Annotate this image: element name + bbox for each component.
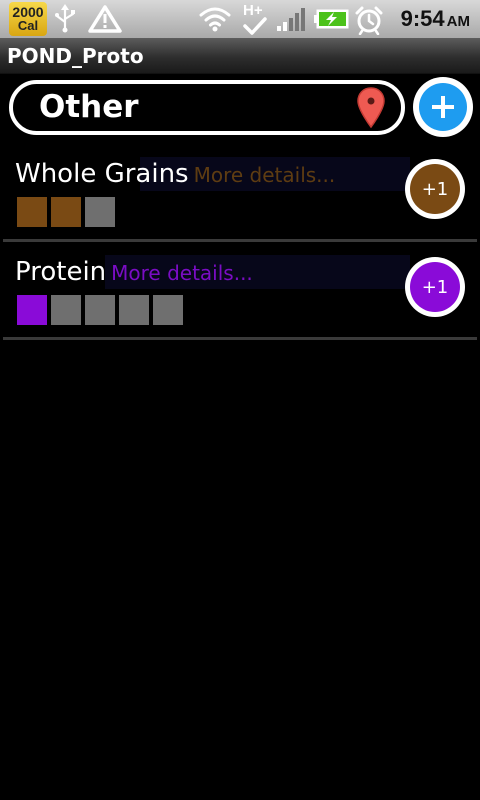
wifi-icon [199, 7, 231, 32]
food-group-name: Protein [15, 257, 107, 287]
app-title: POND_Proto [7, 44, 144, 68]
alarm-clock-icon [355, 6, 383, 35]
map-pin-icon[interactable] [356, 86, 386, 130]
serving-squares [17, 197, 115, 227]
calorie-badge-unit: Cal [17, 18, 39, 33]
serving-square-empty [153, 295, 183, 325]
clock-time: 9:54 [400, 6, 445, 31]
add-serving-button[interactable]: +1 [405, 257, 465, 317]
add-serving-button[interactable]: +1 [405, 159, 465, 219]
more-details-link[interactable]: More details... [194, 163, 336, 187]
food-group-title: Protein More details... [15, 257, 253, 287]
add-serving-label: +1 [421, 178, 449, 200]
network-h-plus-icon: H+ [242, 2, 268, 36]
food-group-title: Whole Grains More details... [15, 159, 335, 189]
signal-icon [277, 8, 305, 31]
add-serving-label: +1 [421, 276, 449, 298]
calorie-badge: 2000 Cal [9, 2, 47, 36]
warning-icon [88, 5, 122, 33]
location-selector[interactable]: Other [9, 80, 405, 135]
clock: 9:54 AM [401, 6, 470, 32]
clock-ampm: AM [446, 13, 470, 30]
serving-square-filled [17, 295, 47, 325]
calorie-badge-number: 2000 [12, 4, 44, 20]
add-location-button[interactable] [413, 77, 473, 137]
serving-square-empty [119, 295, 149, 325]
location-name: Other [39, 89, 139, 125]
serving-square-filled [17, 197, 47, 227]
battery-charging-icon [314, 9, 349, 29]
serving-squares [17, 295, 183, 325]
serving-square-empty [85, 197, 115, 227]
food-group-name: Whole Grains [15, 159, 189, 189]
serving-square-empty [51, 295, 81, 325]
plus-icon [432, 96, 454, 118]
usb-icon [55, 4, 75, 33]
more-details-link[interactable]: More details... [111, 261, 253, 285]
row-divider [3, 337, 477, 340]
row-divider [3, 239, 477, 242]
app-title-bar: POND_Proto [0, 38, 480, 74]
status-bar: 2000 Cal H+ 9:54 AM [0, 0, 480, 38]
serving-square-empty [85, 295, 115, 325]
serving-square-filled [51, 197, 81, 227]
